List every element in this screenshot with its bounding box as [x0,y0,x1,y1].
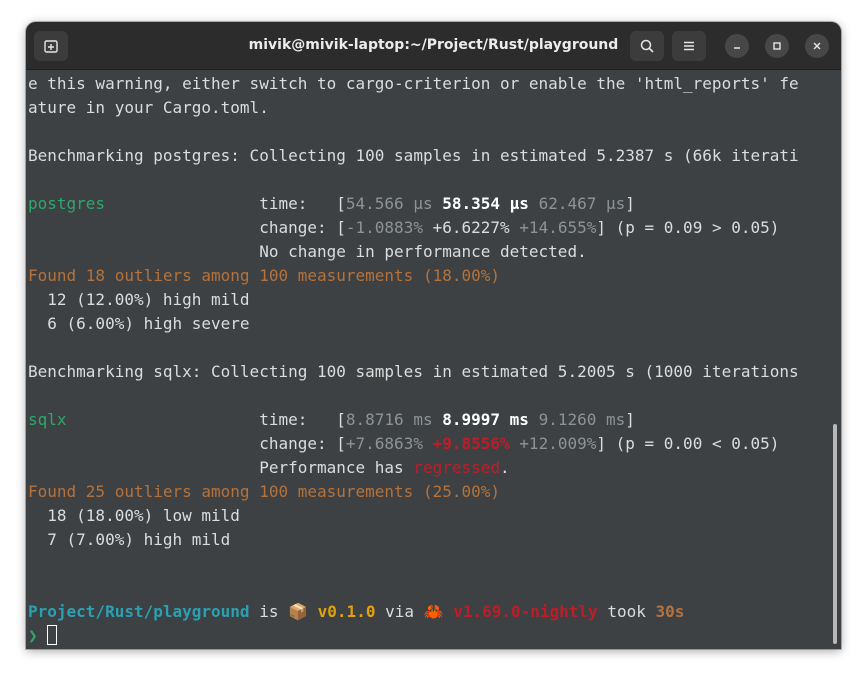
time-high: 62.467 µs [538,194,626,213]
prompt-info-line: Project/Rust/playground is 📦 v0.1.0 via … [28,602,685,621]
scrollbar-thumb[interactable] [833,424,837,644]
search-button[interactable] [630,31,664,61]
sqlx-bench-line: Benchmarking sqlx: Collecting 100 sample… [28,362,799,381]
close-button[interactable] [805,34,829,58]
prompt-directory: Project/Rust/playground [28,602,250,621]
minimize-button[interactable] [725,34,749,58]
text-cursor [47,625,58,645]
minimize-icon [734,47,740,49]
bench-name: postgres [28,194,106,213]
prompt-input-line[interactable]: ❯ [28,624,58,648]
sqlx-time-line: sqlx time: [8.8716 ms 8.9997 ms 9.1260 m… [28,410,635,429]
output-line: ature in your Cargo.toml. [28,98,269,117]
time-estimate: 58.354 µs [442,194,529,213]
change-low: -1.0883% [345,218,423,237]
sqlx-outliers-line: Found 25 outliers among 100 measurements… [28,482,501,501]
postgres-bench-line: Benchmarking postgres: Collecting 100 sa… [28,146,799,165]
search-icon [640,39,654,53]
regressed-word: regressed [413,458,501,477]
postgres-change-line: change: [-1.0883% +6.6227% +14.655%] (p … [259,218,780,237]
new-tab-button[interactable] [34,31,68,61]
window-title: mivik@mivik-laptop:~/Project/Rust/playgr… [248,37,619,53]
change-low: +7.6863% [345,434,423,453]
title-bar: mivik@mivik-laptop:~/Project/Rust/playgr… [26,22,841,70]
outlier-detail: 12 (12.00%) high mild [28,290,250,309]
postgres-outliers-line: Found 18 outliers among 100 measurements… [28,266,501,285]
menu-button[interactable] [672,31,706,61]
close-icon [813,42,821,50]
hamburger-menu-icon [684,41,694,51]
terminal-window: mivik@mivik-laptop:~/Project/Rust/playgr… [26,22,841,649]
command-duration: 30s [655,602,685,621]
change-estimate: +9.8556% [432,434,510,453]
outlier-detail: 7 (7.00%) high mild [28,530,231,549]
time-low: 54.566 µs [345,194,433,213]
outlier-detail: 6 (6.00%) high severe [28,314,250,333]
output-line: e this warning, either switch to cargo-c… [28,74,799,93]
terminal-output[interactable]: e this warning, either switch to cargo-c… [26,70,841,649]
package-version: v0.1.0 [317,602,376,621]
rust-version: v1.69.0-nightly [453,602,598,621]
time-estimate: 8.9997 ms [442,410,529,429]
sqlx-verdict-line: Performance has regressed. [259,458,510,477]
change-high: +12.009% [519,434,597,453]
crab-icon: 🦀 [423,602,444,621]
sqlx-change-line: change: [+7.6863% +9.8556% +12.009%] (p … [259,434,780,453]
time-low: 8.8716 ms [345,410,433,429]
bench-name: sqlx [28,410,67,429]
outlier-detail: 18 (18.00%) low mild [28,506,240,525]
package-icon: 📦 [288,602,309,621]
prompt-symbol: ❯ [28,626,38,645]
maximize-button[interactable] [765,34,789,58]
postgres-verdict-line: No change in performance detected. [28,240,587,264]
maximize-icon [773,42,781,50]
change-high: +14.655% [519,218,597,237]
new-tab-icon [44,40,58,53]
postgres-time-line: postgres time: [54.566 µs 58.354 µs 62.4… [28,194,635,213]
time-high: 9.1260 ms [538,410,626,429]
change-estimate: +6.6227% [432,218,510,237]
verdict-text: No change in performance detected. [259,242,587,261]
